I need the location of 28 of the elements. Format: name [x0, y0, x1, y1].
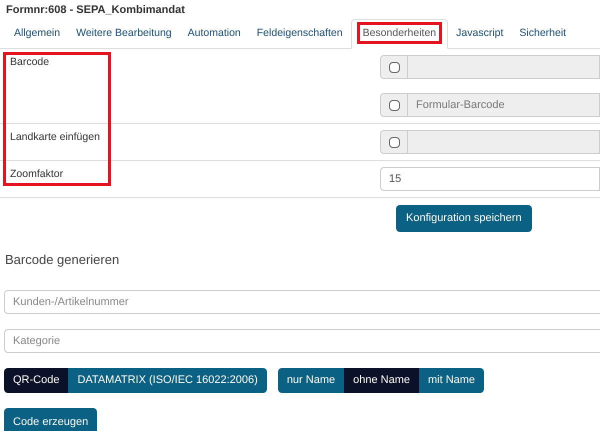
tab[interactable]: Besonderheiten [350, 19, 448, 49]
toggle-button[interactable]: DATAMATRIX (ISO/IEC 16022:2006) [68, 368, 267, 393]
tab[interactable]: Allgemein [6, 19, 68, 49]
tab[interactable]: Sicherheit [511, 19, 574, 49]
page-title: Formnr:608 - SEPA_Kombimandat [5, 3, 186, 17]
save-button[interactable]: Konfiguration speichern [396, 205, 532, 232]
setting-label: Landkarte einfügen [9, 130, 101, 145]
input-field[interactable]: 15 [380, 167, 600, 191]
tab[interactable]: Feldeigenschaften [248, 19, 351, 49]
setting-label: Barcode [9, 55, 50, 70]
section-heading: Barcode generieren [4, 250, 120, 269]
input-field[interactable]: Kategorie [4, 329, 600, 353]
toggle-button[interactable]: nur Name [278, 368, 344, 393]
checkbox[interactable] [388, 100, 400, 110]
tab[interactable]: Weitere Bearbeitung [68, 19, 180, 49]
input-field[interactable] [408, 55, 600, 79]
checkbox[interactable] [388, 62, 400, 72]
toggle-button[interactable]: QR-Code [4, 368, 68, 393]
toggle-button[interactable]: ohne Name [344, 368, 419, 393]
input-field[interactable]: Formular-Barcode [408, 93, 600, 117]
input-field[interactable] [408, 130, 600, 154]
tab[interactable]: Javascript [448, 19, 512, 49]
tab[interactable]: Automation [180, 19, 249, 49]
generate-button[interactable]: Code erzeugen [4, 408, 98, 431]
checkbox[interactable] [388, 136, 400, 148]
setting-label: Zoomfaktor [9, 167, 64, 182]
input-field[interactable]: Kunden-/Artikelnummer [4, 290, 600, 314]
toggle-button[interactable]: mit Name [418, 368, 484, 393]
